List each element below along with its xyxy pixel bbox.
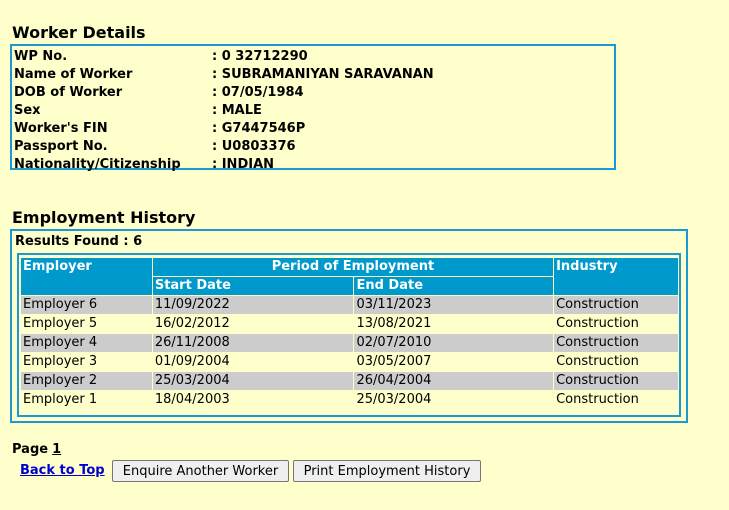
cell-industry: Construction: [554, 391, 678, 409]
cell-start-date: 26/11/2008: [152, 334, 354, 352]
table-row: Employer 2 25/03/2004 26/04/2004 Constru…: [21, 372, 678, 390]
cell-end-date: 26/04/2004: [354, 372, 554, 390]
page-link-1[interactable]: 1: [52, 442, 61, 457]
detail-row-name: Name of Worker : SUBRAMANIYAN SARAVANAN: [14, 66, 614, 84]
detail-label: DOB of Worker: [14, 85, 123, 100]
employment-history-table: Employer Period of Employment Industry S…: [20, 257, 679, 410]
cell-employer: Employer 6: [21, 296, 152, 314]
detail-value: : SUBRAMANIYAN SARAVANAN: [212, 67, 434, 82]
detail-label: Nationality/Citizenship: [14, 157, 181, 172]
cell-industry: Construction: [554, 334, 678, 352]
cell-start-date: 18/04/2003: [152, 391, 354, 409]
detail-value: : U0803376: [212, 139, 296, 154]
column-header-industry: Industry: [554, 258, 678, 295]
cell-employer: Employer 5: [21, 315, 152, 333]
column-header-period: Period of Employment: [152, 258, 554, 276]
results-count: Results Found : 6: [15, 234, 143, 249]
detail-value: : 0 32712290: [212, 49, 308, 64]
back-to-top-link[interactable]: Back to Top: [20, 463, 105, 478]
detail-row-dob: DOB of Worker : 07/05/1984: [14, 84, 614, 102]
detail-row-wp-no: WP No. : 0 32712290: [14, 48, 614, 66]
pagination: Page 1: [12, 442, 61, 457]
cell-industry: Construction: [554, 296, 678, 314]
cell-start-date: 11/09/2022: [152, 296, 354, 314]
page-label: Page: [12, 442, 49, 457]
cell-industry: Construction: [554, 372, 678, 390]
detail-value: : INDIAN: [212, 157, 275, 172]
employment-table-frame: Employer Period of Employment Industry S…: [17, 253, 681, 417]
print-employment-history-button[interactable]: Print Employment History: [293, 460, 481, 482]
column-header-end-date: End Date: [354, 277, 554, 295]
detail-value: : 07/05/1984: [212, 85, 304, 100]
cell-industry: Construction: [554, 353, 678, 371]
cell-end-date: 03/05/2007: [354, 353, 554, 371]
detail-row-sex: Sex : MALE: [14, 102, 614, 120]
cell-end-date: 25/03/2004: [354, 391, 554, 409]
detail-row-passport: Passport No. : U0803376: [14, 138, 614, 156]
worker-details-title: Worker Details: [12, 23, 146, 42]
table-row: Employer 1 18/04/2003 25/03/2004 Constru…: [21, 391, 678, 409]
cell-end-date: 13/08/2021: [354, 315, 554, 333]
table-row: Employer 6 11/09/2022 03/11/2023 Constru…: [21, 296, 678, 314]
detail-label: Name of Worker: [14, 67, 133, 82]
detail-label: WP No.: [14, 49, 68, 64]
enquire-another-worker-button[interactable]: Enquire Another Worker: [112, 460, 289, 482]
cell-employer: Employer 4: [21, 334, 152, 352]
table-row: Employer 5 16/02/2012 13/08/2021 Constru…: [21, 315, 678, 333]
cell-end-date: 02/07/2010: [354, 334, 554, 352]
cell-start-date: 01/09/2004: [152, 353, 354, 371]
cell-industry: Construction: [554, 315, 678, 333]
detail-value: : G7447546P: [212, 121, 306, 136]
detail-row-nationality: Nationality/Citizenship : INDIAN: [14, 156, 614, 174]
cell-employer: Employer 2: [21, 372, 152, 390]
cell-start-date: 16/02/2012: [152, 315, 354, 333]
worker-details-panel: WP No. : 0 32712290 Name of Worker : SUB…: [10, 44, 616, 172]
table-row: Employer 4 26/11/2008 02/07/2010 Constru…: [21, 334, 678, 352]
employment-history-title: Employment History: [12, 208, 196, 227]
employment-history-panel: Results Found : 6 Employer Period of Emp…: [10, 229, 688, 423]
cell-employer: Employer 3: [21, 353, 152, 371]
cell-start-date: 25/03/2004: [152, 372, 354, 390]
detail-label: Sex: [14, 103, 41, 118]
detail-value: : MALE: [212, 103, 262, 118]
cell-employer: Employer 1: [21, 391, 152, 409]
column-header-employer: Employer: [21, 258, 152, 295]
detail-label: Passport No.: [14, 139, 108, 154]
detail-row-fin: Worker's FIN : G7447546P: [14, 120, 614, 138]
table-header-row: Employer Period of Employment Industry: [21, 258, 678, 295]
cell-end-date: 03/11/2023: [354, 296, 554, 314]
detail-label: Worker's FIN: [14, 121, 108, 136]
table-row: Employer 3 01/09/2004 03/05/2007 Constru…: [21, 353, 678, 371]
column-header-start-date: Start Date: [152, 277, 354, 295]
